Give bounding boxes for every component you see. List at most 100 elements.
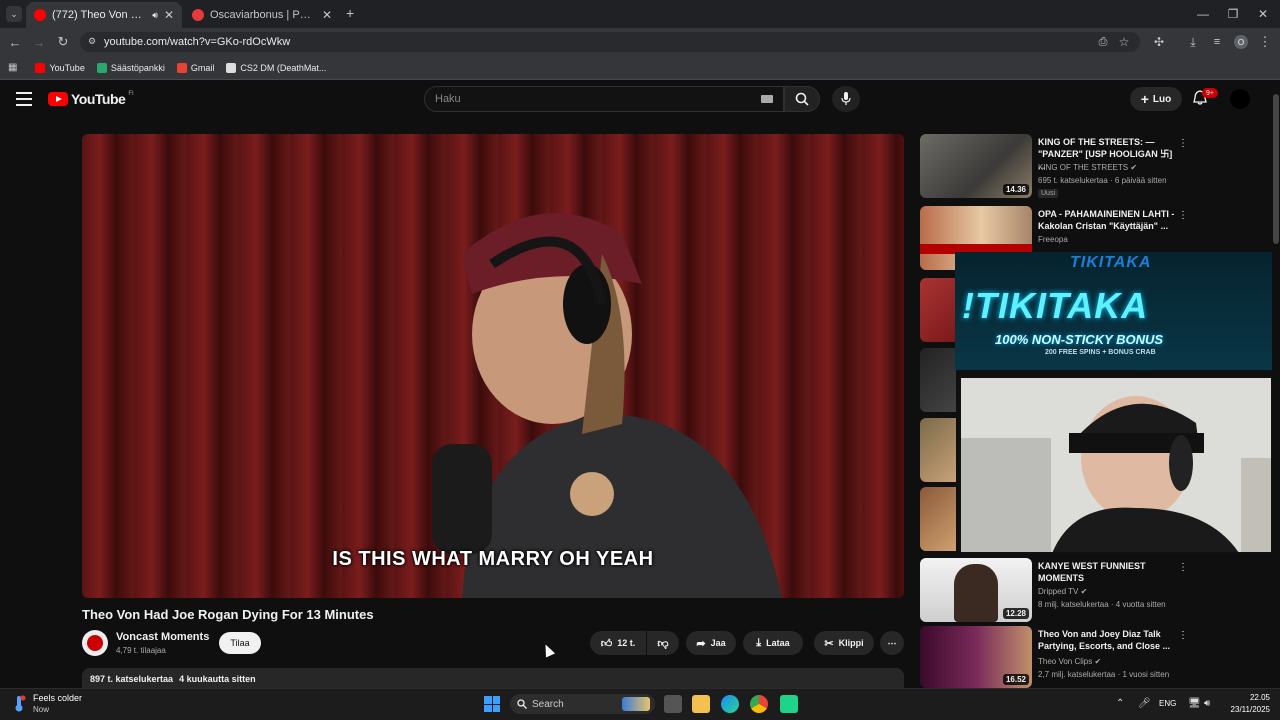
video-thumbnail[interactable]: 12.28 [920,558,1032,622]
share-label: Jaa [710,638,726,648]
video-thumbnail[interactable] [920,487,956,551]
search-button[interactable] [784,86,820,112]
like-button[interactable]: 👍︎ 12 t. [590,631,646,655]
video-duration: 16.52 [1002,674,1029,685]
more-horizontal-icon: ⋯ [887,637,897,648]
site-info-icon[interactable]: ⚙ [88,36,96,47]
thumbs-down-icon: 👎︎ [657,637,669,650]
subscribe-button[interactable]: Tilaa [219,632,261,654]
youtube-logo[interactable]: YouTube FI [48,91,134,107]
volume-icon[interactable]: 🔊︎ [1204,698,1210,709]
rec-meta: 695 t. katselukertaa · 6 päivää sitten [1038,176,1167,185]
video-thumbnail[interactable] [920,418,956,482]
more-actions-button[interactable]: ⋯ [880,631,904,655]
video-thumbnail[interactable]: 14.36 [920,134,1032,198]
video-duration: 12.28 [1002,608,1029,619]
bookmark-youtube[interactable]: YouTube [35,62,85,73]
network-icon[interactable]: 🖥︎ [1188,698,1201,709]
bookmark-gmail[interactable]: Gmail [176,62,215,73]
share-button[interactable]: ➦ Jaa [686,631,736,655]
microphone-icon[interactable]: 🎤︎ [1138,698,1151,709]
weather-text[interactable]: Feels colder [33,693,82,703]
more-vertical-icon[interactable]: ⋮ [1178,210,1188,221]
forward-icon[interactable]: → [30,33,48,51]
close-window-icon[interactable]: ✕ [1248,0,1278,28]
edge-browser-icon[interactable] [721,695,739,713]
create-button[interactable]: + Luo [1130,87,1182,111]
youtube-play-icon [48,92,68,106]
apps-grid-icon[interactable]: ▦ [8,62,17,73]
site-favicon-icon [192,9,204,21]
bookmark-cs2dm[interactable]: CS2 DM (DeathMat... [226,62,327,73]
account-avatar[interactable] [1230,89,1250,109]
rec-meta: 8 milj. katselukertaa · 4 vuotta sitten [1038,600,1166,609]
hamburger-menu-icon[interactable] [16,92,32,106]
tab-list-button[interactable]: ⌄ [6,6,22,22]
rec-meta: 2,7 milj. katselukertaa · 1 vuosi sitten [1038,670,1170,679]
tab-title: (772) Theo Von Had Joe Rogan Dying For 1… [52,9,146,21]
like-count: 12 t. [617,638,636,648]
video-thumbnail[interactable]: 16.52 [920,626,1032,688]
channel-avatar[interactable] [82,630,108,656]
crossed-swords-icon [226,62,237,73]
download-button[interactable]: ⤓ Lataa [743,631,803,655]
task-view-icon[interactable] [664,695,682,713]
bookmark-saastopankki[interactable]: Säästöpankki [96,62,165,73]
show-hidden-icons-icon[interactable]: ⌃ [1116,698,1124,709]
voice-search-button[interactable] [832,86,860,112]
list-item[interactable]: 12.28 KANYE WEST FUNNIEST MOMENTS Drippe… [920,558,1188,622]
downloads-icon[interactable]: ⤓ [1184,33,1202,51]
scrollbar-thumb[interactable] [1273,94,1279,244]
clip-button[interactable]: ✂ Klippi [814,631,874,655]
thumbs-up-icon: 👍︎ [600,637,613,650]
reading-list-icon[interactable]: ≡ [1208,33,1226,51]
address-bar[interactable]: ⚙ youtube.com/watch?v=GKo-rdOcWkw [80,32,1140,52]
video-player[interactable] [82,134,904,598]
search-input[interactable]: Haku [424,86,784,112]
bookmark-label: Gmail [190,62,215,73]
more-vertical-icon[interactable]: ⋮ [1178,138,1188,149]
restore-icon[interactable]: ❐ [1218,0,1248,28]
channel-name[interactable]: Voncast Moments [116,631,209,643]
list-item[interactable]: 16.52 Theo Von and Joey Diaz Talk Partyi… [920,626,1188,688]
taskbar-search-input[interactable]: Search [510,694,655,714]
minimize-icon[interactable]: — [1188,0,1218,28]
more-vertical-icon[interactable]: ⋮ [1178,562,1188,573]
close-tab-icon[interactable]: ✕ [322,8,332,22]
video-thumbnail[interactable] [920,348,956,412]
keyboard-icon[interactable] [761,95,773,103]
windows-start-icon[interactable] [484,696,500,712]
install-app-icon[interactable]: ⎙ [1094,33,1112,51]
clock-time[interactable]: 22.05 [1232,693,1270,702]
description-box[interactable]: 897 t. katselukertaa 4 kuukautta sitten [82,668,904,690]
new-tab-button[interactable]: + [346,5,354,21]
more-vertical-icon[interactable]: ⋮ [1178,630,1188,641]
download-label: Lataa [766,638,790,648]
overlay-small-text: 200 FREE SPINS + BONUS CRAB [1045,349,1156,356]
reload-icon[interactable]: ↻ [54,33,72,51]
weather-icon[interactable] [10,694,28,712]
browser-menu-icon[interactable]: ⋮ [1256,33,1274,51]
list-item[interactable]: 14.36 KING OF THE STREETS: — "PANZER" [U… [920,134,1188,198]
tab-youtube[interactable]: (772) Theo Von Had Joe Rogan Dying For 1… [26,2,182,28]
chrome-browser-icon[interactable] [750,695,768,713]
youtube-favicon-icon [34,9,46,21]
back-icon[interactable]: ← [6,33,24,51]
bank-icon [96,62,107,73]
clock-date[interactable]: 23/11/2025 [1220,705,1270,714]
video-thumbnail[interactable] [920,278,956,342]
speaker-icon[interactable]: 🔊︎ [152,10,158,21]
bookmark-label: CS2 DM (DeathMat... [240,62,327,73]
profile-avatar[interactable]: O [1234,35,1248,49]
overlay-headline: !TIKITAKA [962,285,1149,326]
game-app-icon[interactable] [780,695,798,713]
language-indicator[interactable]: ENG [1159,699,1176,708]
video-duration: 14.36 [1002,184,1029,195]
rec-channel: Freeopa [1038,235,1068,244]
bookmark-star-icon[interactable]: ☆ [1115,33,1133,51]
tab-oscaviarbonus[interactable]: Oscaviarbonus | Parhaat talletusbonukset… [184,2,340,28]
file-explorer-icon[interactable] [692,695,710,713]
dislike-button[interactable]: 👎︎ [647,631,679,655]
extensions-icon[interactable]: ✣ [1150,33,1168,51]
close-tab-icon[interactable]: ✕ [164,8,174,22]
